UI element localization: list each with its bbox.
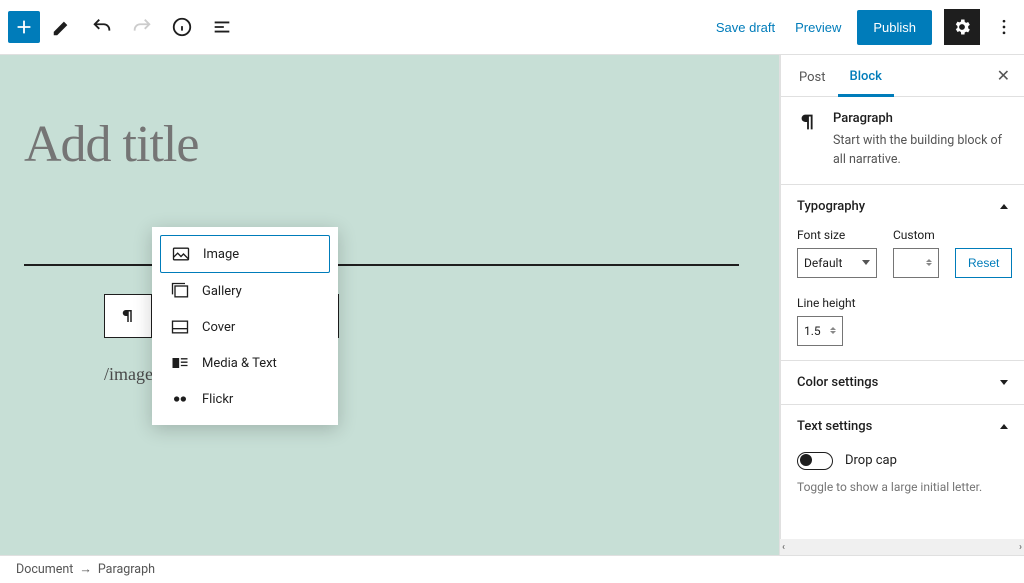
font-size-value: Default — [804, 256, 842, 270]
line-height-value: 1.5 — [804, 324, 821, 338]
undo-button[interactable] — [84, 9, 120, 45]
inserter-item-label: Cover — [202, 320, 235, 335]
settings-button[interactable] — [944, 9, 980, 45]
gallery-icon — [170, 281, 190, 301]
post-title-input[interactable] — [24, 115, 739, 174]
text-settings-panel-toggle[interactable]: Text settings — [797, 419, 1008, 434]
font-size-select[interactable]: Default — [797, 248, 877, 278]
inserter-item-image[interactable]: Image — [160, 235, 330, 273]
paragraph-icon — [797, 111, 819, 170]
block-type-button[interactable] — [105, 295, 151, 337]
media-text-icon — [170, 353, 190, 373]
settings-sidebar[interactable]: Post Block ✕ Paragraph Start with the bu… — [780, 55, 1024, 555]
breadcrumb-separator: → — [79, 562, 92, 577]
chevron-up-icon — [1000, 424, 1008, 429]
typography-panel-toggle[interactable]: Typography — [797, 199, 1008, 214]
close-icon: ✕ — [997, 68, 1010, 85]
add-block-button[interactable] — [8, 11, 40, 43]
scroll-right-icon: › — [1019, 542, 1022, 553]
font-size-label: Font size — [797, 228, 877, 242]
title-separator — [24, 264, 739, 266]
custom-size-label: Custom — [893, 228, 939, 242]
info-button[interactable] — [164, 9, 200, 45]
reset-font-button[interactable]: Reset — [955, 248, 1012, 278]
flickr-icon — [170, 389, 190, 409]
scroll-left-icon: ‹ — [782, 542, 785, 553]
line-height-input[interactable]: 1.5 — [797, 316, 843, 346]
preview-button[interactable]: Preview — [791, 14, 845, 41]
cover-icon — [170, 317, 190, 337]
inserter-item-label: Media & Text — [202, 356, 277, 371]
inserter-item-cover[interactable]: Cover — [160, 309, 330, 345]
redo-button[interactable] — [124, 9, 160, 45]
outline-button[interactable] — [204, 9, 240, 45]
inserter-item-label: Flickr — [202, 392, 233, 407]
text-settings-title: Text settings — [797, 419, 872, 434]
inserter-item-flickr[interactable]: Flickr — [160, 381, 330, 417]
block-description: Start with the building block of all nar… — [833, 132, 1008, 170]
line-height-label: Line height — [797, 296, 1008, 310]
inserter-item-media-text[interactable]: Media & Text — [160, 345, 330, 381]
drop-cap-toggle[interactable] — [797, 452, 833, 470]
block-inserter-popup: Image Gallery Cover — [152, 227, 338, 425]
more-options-button[interactable] — [992, 9, 1016, 45]
block-name: Paragraph — [833, 111, 1008, 126]
close-sidebar-button[interactable]: ✕ — [989, 66, 1018, 86]
drop-cap-label: Drop cap — [845, 453, 897, 468]
save-draft-button[interactable]: Save draft — [712, 14, 779, 41]
breadcrumb: Document → Paragraph — [0, 555, 1024, 583]
color-settings-title: Color settings — [797, 375, 878, 390]
chevron-down-icon — [862, 260, 870, 265]
breadcrumb-node[interactable]: Paragraph — [98, 562, 155, 577]
edit-mode-button[interactable] — [44, 9, 80, 45]
chevron-up-icon — [1000, 204, 1008, 209]
image-icon — [171, 244, 191, 264]
publish-button[interactable]: Publish — [857, 10, 932, 45]
chevron-down-icon — [1000, 380, 1008, 385]
tab-post[interactable]: Post — [787, 56, 838, 95]
sidebar-horizontal-scrollbar[interactable]: ‹ › — [780, 539, 1024, 555]
tab-block[interactable]: Block — [838, 55, 894, 97]
typography-title: Typography — [797, 199, 865, 214]
editor-canvas[interactable]: /image Image Gallery — [0, 55, 780, 555]
inserter-item-label: Image — [203, 247, 239, 262]
drop-cap-hint: Toggle to show a large initial letter. — [797, 480, 1008, 494]
color-settings-panel-toggle[interactable]: Color settings — [797, 375, 1008, 390]
inserter-item-gallery[interactable]: Gallery — [160, 273, 330, 309]
custom-size-input[interactable] — [893, 248, 939, 278]
breadcrumb-document[interactable]: Document — [16, 562, 73, 577]
inserter-item-label: Gallery — [202, 284, 242, 299]
